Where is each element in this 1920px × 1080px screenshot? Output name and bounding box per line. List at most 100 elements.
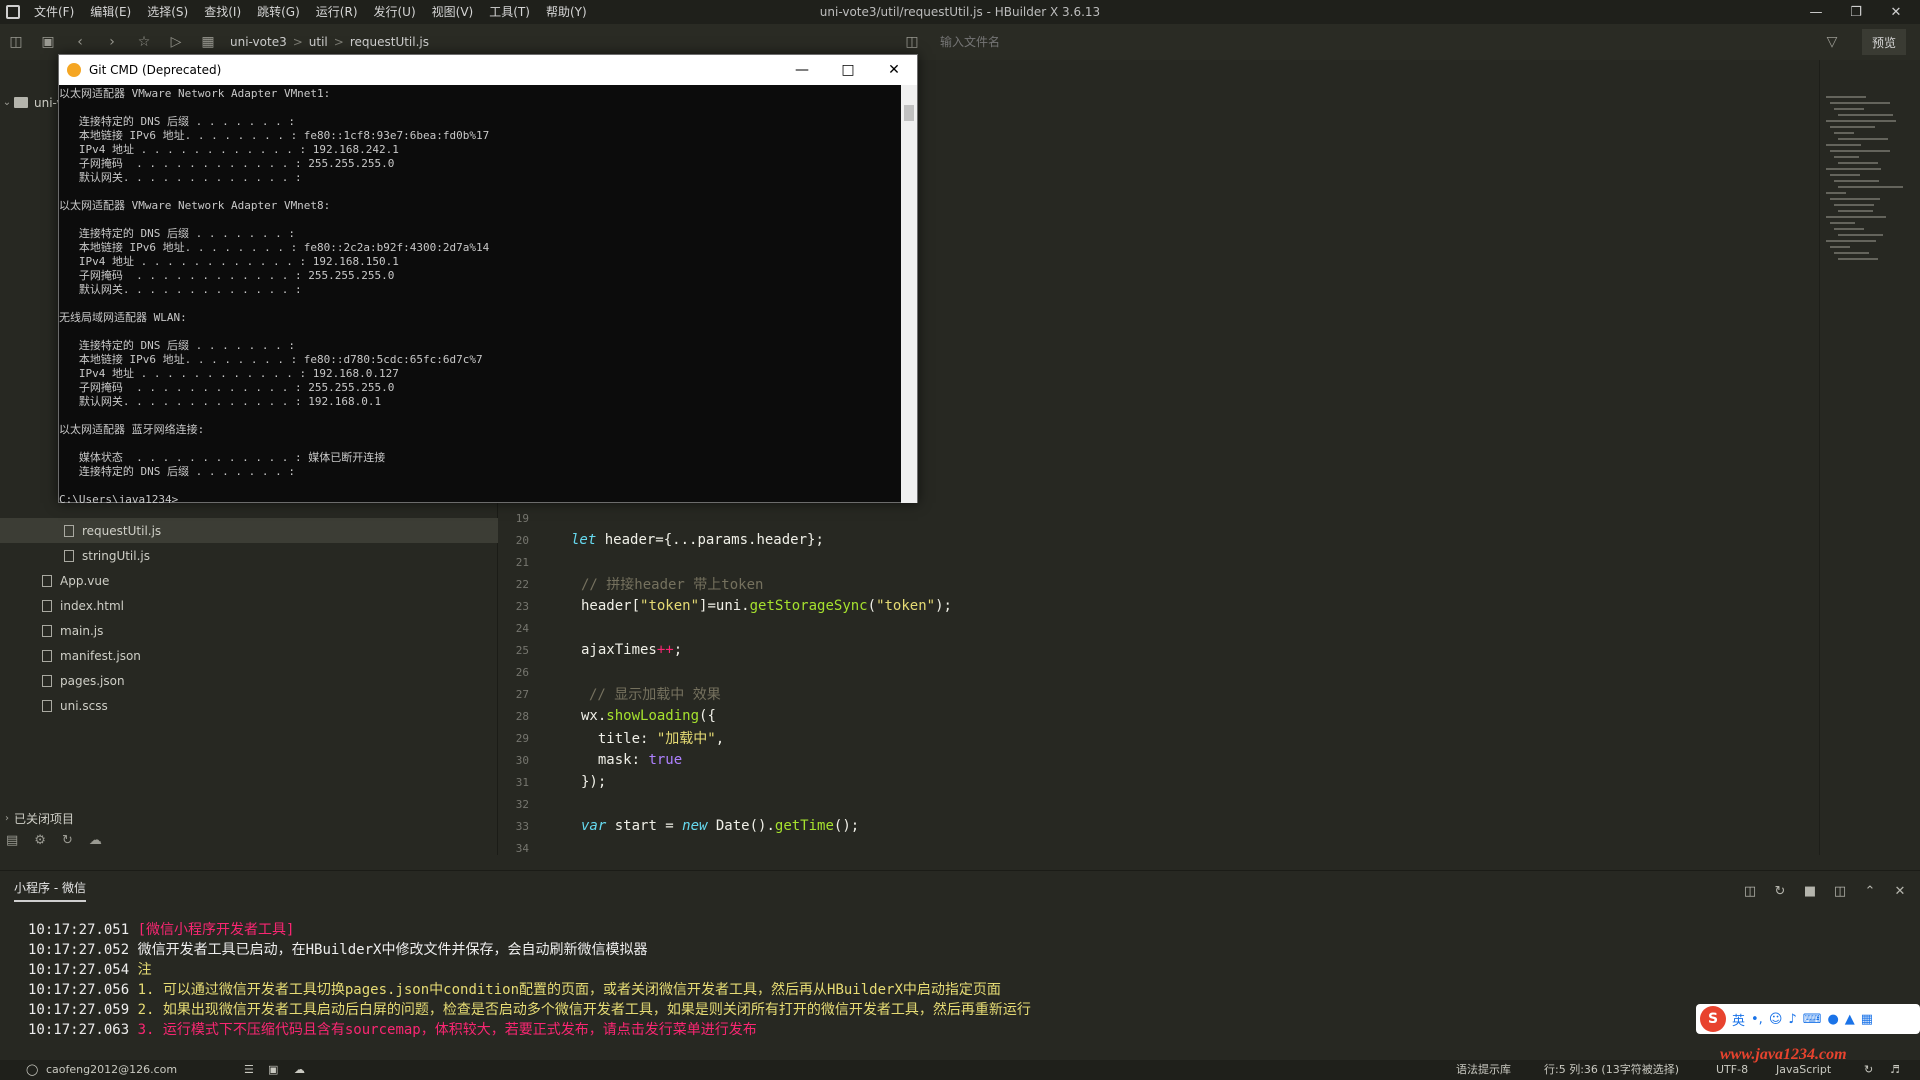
file-icon bbox=[42, 699, 52, 712]
code-line[interactable]: 33 var start = new Date().getTime(); bbox=[499, 815, 1819, 837]
clear-icon[interactable]: ◫ bbox=[1828, 881, 1852, 901]
code-line[interactable]: 27 // 显示加载中 效果 bbox=[499, 683, 1819, 705]
window-title: uni-vote3/util/requestUtil.js - HBuilder… bbox=[819, 5, 1101, 19]
list-icon[interactable]: ☰ bbox=[244, 1060, 254, 1080]
line-number: 19 bbox=[515, 511, 529, 525]
folder-icon[interactable]: ▤ bbox=[6, 833, 18, 848]
cloud-icon[interactable]: ☁ bbox=[89, 833, 102, 848]
menu-item[interactable]: 视图(V) bbox=[424, 0, 482, 24]
ime-toolbar[interactable]: S 英 •, ☺ ♪ ⌨ ● ▲ ▦ bbox=[1696, 1004, 1920, 1034]
console-message: 2. 如果出现微信开发者工具启动后白屏的问题，检查是否启动多个微信开发者工具，如… bbox=[137, 1002, 1031, 1018]
console-message: 1. 可以通过微信开发者工具切换pages.json中condition配置的页… bbox=[137, 982, 1001, 998]
code-text: // 显示加载中 效果 bbox=[589, 687, 721, 703]
file-search-input[interactable] bbox=[932, 30, 1132, 54]
file-item[interactable]: manifest.json bbox=[0, 643, 498, 668]
minimap-line bbox=[1838, 138, 1888, 140]
menu-item[interactable]: 帮助(Y) bbox=[538, 0, 595, 24]
window-icon[interactable]: ▣ bbox=[268, 1060, 278, 1080]
code-line[interactable]: 32 bbox=[499, 793, 1819, 815]
new-file-icon[interactable]: ◫ bbox=[0, 24, 32, 60]
cmd-scrollbar[interactable] bbox=[901, 85, 917, 503]
cmd-close-icon[interactable]: ✕ bbox=[871, 55, 917, 85]
file-item[interactable]: main.js bbox=[0, 618, 498, 643]
user-account[interactable]: caofeng2012@126.com bbox=[46, 1060, 177, 1080]
code-line[interactable]: 19 bbox=[499, 507, 1819, 529]
file-item[interactable]: stringUtil.js bbox=[0, 543, 498, 568]
breadcrumb-file[interactable]: requestUtil.js bbox=[344, 35, 435, 49]
refresh-icon[interactable]: ↻ bbox=[62, 833, 73, 848]
grid-icon[interactable]: ▦ bbox=[1861, 1012, 1873, 1027]
code-line[interactable]: 30 mask: true bbox=[499, 749, 1819, 771]
open-log-icon[interactable]: ◫ bbox=[1738, 881, 1762, 901]
file-item[interactable]: index.html bbox=[0, 593, 498, 618]
code-line[interactable]: 21 bbox=[499, 551, 1819, 573]
menu-item[interactable]: 运行(R) bbox=[308, 0, 366, 24]
console-line: 10:17:27.052 微信开发者工具已启动，在HBuilderX中修改文件并… bbox=[28, 939, 647, 959]
settings-icon[interactable]: ⚙ bbox=[34, 833, 46, 848]
bell-icon[interactable]: ♬ bbox=[1890, 1060, 1900, 1080]
ime-logo[interactable]: S bbox=[1700, 1006, 1726, 1032]
breadcrumb-project[interactable]: uni-vote3 bbox=[224, 35, 293, 49]
file-item[interactable]: uni.scss bbox=[0, 693, 498, 718]
cmd-maximize-icon[interactable]: □ bbox=[825, 55, 871, 85]
hbuilder-logo-icon bbox=[0, 0, 26, 24]
menu-item[interactable]: 选择(S) bbox=[139, 0, 196, 24]
ime-mode[interactable]: 英 bbox=[1732, 1010, 1745, 1029]
menu-item[interactable]: 文件(F) bbox=[26, 0, 82, 24]
file-name: index.html bbox=[60, 598, 124, 613]
sync-icon[interactable]: ↻ bbox=[1864, 1060, 1873, 1080]
code-line[interactable]: 31}); bbox=[499, 771, 1819, 793]
cloud-icon[interactable]: ☁ bbox=[294, 1060, 305, 1080]
code-line[interactable]: 24 bbox=[499, 617, 1819, 639]
cmd-output-line: 默认网关. . . . . . . . . . . . . : bbox=[59, 283, 302, 296]
code-line[interactable]: 29 title: "加载中", bbox=[499, 727, 1819, 749]
syntax-hint[interactable]: 语法提示库 bbox=[1456, 1060, 1511, 1080]
minimap[interactable] bbox=[1819, 60, 1915, 855]
code-line[interactable]: 25 ajaxTimes++; bbox=[499, 639, 1819, 661]
line-number: 31 bbox=[515, 775, 529, 789]
cmd-output-line: 子网掩码 . . . . . . . . . . . . : 255.255.2… bbox=[59, 381, 395, 394]
code-line[interactable]: 26 bbox=[499, 661, 1819, 683]
git-cmd-window[interactable]: Git CMD (Deprecated) — □ ✕ 以太网适配器 VMware… bbox=[58, 54, 918, 503]
cmd-output[interactable]: 以太网适配器 VMware Network Adapter VMnet1: 连接… bbox=[59, 85, 901, 503]
code-line[interactable]: 34 bbox=[499, 837, 1819, 859]
line-number: 20 bbox=[515, 533, 529, 547]
console-tab[interactable]: 小程序 - 微信 bbox=[14, 879, 86, 902]
emoji-icon[interactable]: ☺ bbox=[1769, 1012, 1783, 1027]
user-icon[interactable]: ● bbox=[1827, 1012, 1838, 1027]
code-line[interactable]: 20 let header={...params.header}; bbox=[499, 529, 1819, 551]
file-name: requestUtil.js bbox=[82, 523, 162, 538]
cursor-position[interactable]: 行:5 列:36 (13字符被选择) bbox=[1544, 1060, 1679, 1080]
skin-icon[interactable]: ▲ bbox=[1845, 1012, 1855, 1027]
restore-icon[interactable]: ❐ bbox=[1836, 0, 1876, 24]
menu-item[interactable]: 工具(T) bbox=[481, 0, 538, 24]
file-item[interactable]: requestUtil.js bbox=[0, 518, 498, 543]
menu-item[interactable]: 编辑(E) bbox=[82, 0, 139, 24]
cmd-titlebar[interactable]: Git CMD (Deprecated) — □ ✕ bbox=[59, 55, 917, 85]
close-panel-icon[interactable]: ✕ bbox=[1888, 881, 1912, 901]
breadcrumb-folder[interactable]: util bbox=[303, 35, 334, 49]
code-line[interactable]: 23 header["token"]=uni.getStorageSync("to… bbox=[499, 595, 1819, 617]
close-icon[interactable]: ✕ bbox=[1876, 0, 1916, 24]
menu-item[interactable]: 跳转(G) bbox=[249, 0, 308, 24]
preview-button[interactable]: 预览 bbox=[1861, 29, 1906, 55]
minimap-line bbox=[1826, 120, 1896, 122]
file-item[interactable]: pages.json bbox=[0, 668, 498, 693]
code-line[interactable]: 28 wx.showLoading({ bbox=[499, 705, 1819, 727]
menu-item[interactable]: 发行(U) bbox=[366, 0, 424, 24]
menu-item[interactable]: 查找(I) bbox=[196, 0, 249, 24]
minimize-icon[interactable]: — bbox=[1796, 0, 1836, 24]
keyboard-icon[interactable]: ⌨ bbox=[1803, 1012, 1822, 1027]
filter-icon[interactable]: ▽ bbox=[1816, 24, 1848, 60]
cmd-output-line: 无线局域网适配器 WLAN: bbox=[59, 311, 187, 324]
cmd-output-line: 默认网关. . . . . . . . . . . . . : bbox=[59, 171, 302, 184]
microphone-icon[interactable]: ♪ bbox=[1788, 1012, 1796, 1027]
code-line[interactable]: 22 // 拼接header 带上token bbox=[499, 573, 1819, 595]
chevron-up-icon[interactable]: ⌃ bbox=[1858, 881, 1882, 901]
stop-icon[interactable]: ■ bbox=[1798, 881, 1822, 901]
file-item[interactable]: App.vue bbox=[0, 568, 498, 593]
cmd-minimize-icon[interactable]: — bbox=[779, 55, 825, 85]
console-line: 10:17:27.059 2. 如果出现微信开发者工具启动后白屏的问题，检查是否… bbox=[28, 999, 1031, 1019]
restart-icon[interactable]: ↻ bbox=[1768, 881, 1792, 901]
punctuation-icon[interactable]: •, bbox=[1751, 1012, 1763, 1027]
